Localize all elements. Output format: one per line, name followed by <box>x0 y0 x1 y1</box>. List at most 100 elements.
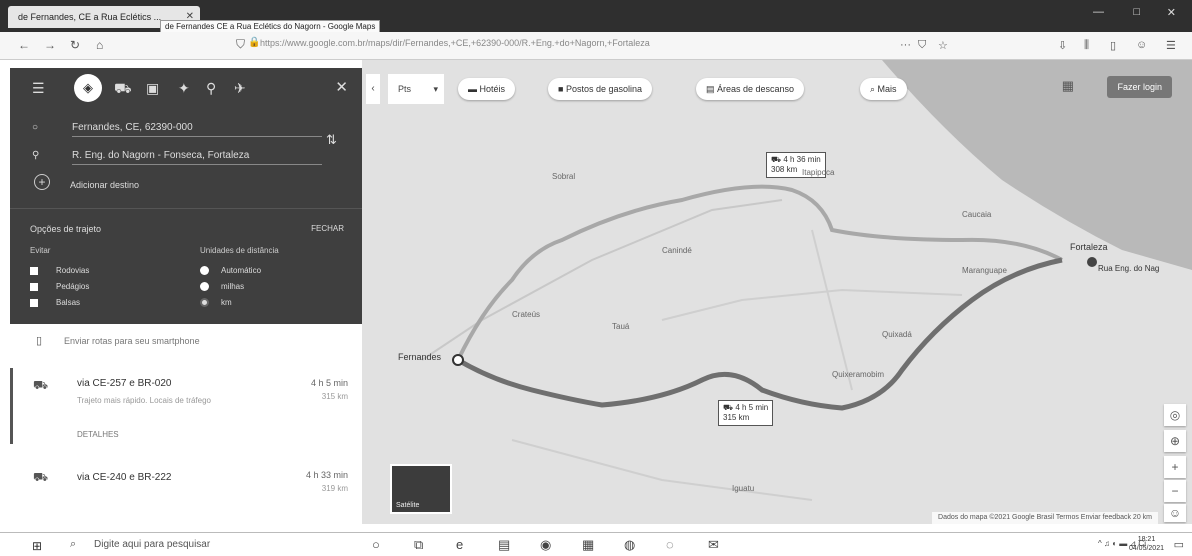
street-view-icon[interactable]: ☺ <box>1164 504 1186 522</box>
account-icon[interactable]: ☺ <box>1136 39 1147 51</box>
file-explorer-icon[interactable]: ▦ <box>582 537 594 553</box>
task-view-icon[interactable]: ⧉ <box>414 537 423 553</box>
taskbar-search[interactable]: Digite aqui para pesquisar <box>94 539 210 550</box>
checkbox-box[interactable] <box>30 298 38 307</box>
place-label: Iguatu <box>732 484 755 493</box>
downloads-icon[interactable]: ⇩ <box>1058 39 1067 52</box>
menu-icon[interactable]: ☰ <box>1166 39 1176 52</box>
back-icon[interactable]: ← <box>18 38 30 52</box>
destination-stop[interactable]: ⚲ R. Eng. do Nagorn - Fonseca, Fortaleza <box>32 150 352 166</box>
route-details-link[interactable]: DETALHES <box>77 430 119 439</box>
location-icon[interactable]: ◎ <box>1164 404 1186 426</box>
minimize-button[interactable]: — <box>1093 6 1104 18</box>
swap-icon[interactable]: ⇅ <box>326 132 337 148</box>
compass-icon[interactable]: ⊕ <box>1164 430 1186 452</box>
url-field[interactable]: ⛉ 🔒 https://www.google.com.br/maps/dir/F… <box>232 35 912 55</box>
transit-icon[interactable]: ▣ <box>146 80 159 97</box>
reload-icon[interactable]: ↻ <box>70 38 80 52</box>
minor-road <box>511 439 813 501</box>
place-label: Canindé <box>662 246 692 255</box>
avoid-highways-checkbox[interactable]: Rodovias <box>30 266 89 275</box>
close-directions-icon[interactable]: ✕ <box>335 78 348 96</box>
route-callout-main[interactable]: ⛟ 4 h 5 min 315 km <box>718 400 774 426</box>
mail-icon[interactable]: ✉ <box>708 537 719 553</box>
avoid-tolls-checkbox[interactable]: Pedágios <box>30 282 89 291</box>
routes-list: ▯ Enviar rotas para seu smartphone ⛟ via… <box>10 324 362 524</box>
chip-more[interactable]: ⌕ Mais <box>860 78 907 100</box>
bicycle-icon[interactable]: ⚲ <box>206 80 216 97</box>
windows-taskbar: ⊞ ⌕ Digite aqui para pesquisar ○ ⧉ e ▤ ◉… <box>0 532 1192 556</box>
app-icon[interactable]: ◌ <box>666 537 674 552</box>
car-icon[interactable]: ⛟ <box>114 80 132 99</box>
store-icon[interactable]: ▤ <box>498 537 510 553</box>
flight-icon[interactable]: ✈ <box>234 80 246 97</box>
options-title: Opções de trajeto <box>30 224 102 234</box>
cortana-icon[interactable]: ○ <box>372 537 380 552</box>
tab-title: de Fernandes, CE a Rua Eclétics ... <box>18 12 162 22</box>
menu-icon[interactable]: ☰ <box>32 80 45 97</box>
chip-rest-areas[interactable]: ▤ Áreas de descanso <box>696 78 805 100</box>
avoid-ferries-checkbox[interactable]: Balsas <box>30 298 80 307</box>
place-label: Crateús <box>512 310 541 319</box>
edge-icon[interactable]: e <box>456 537 463 552</box>
notifications-icon[interactable]: ▭ <box>1174 538 1184 551</box>
firefox-icon[interactable]: ◉ <box>540 537 551 553</box>
more-dots-icon[interactable]: ··· <box>900 39 911 51</box>
add-icon[interactable]: + <box>34 174 50 190</box>
clock[interactable]: 18:21 04/05/2021 <box>1129 535 1164 553</box>
apps-grid-icon[interactable]: ▦ <box>1062 78 1074 94</box>
home-icon[interactable]: ⌂ <box>96 38 103 52</box>
chip-hotels[interactable]: ▬ Hotéis <box>458 78 516 100</box>
app-icon[interactable]: ◍ <box>624 537 635 553</box>
windows-start-icon[interactable]: ⊞ <box>32 539 42 553</box>
radio-dot[interactable] <box>200 282 209 292</box>
vehicle-dropdown-value: Pts <box>398 84 412 94</box>
origin-stop[interactable]: ○ Fernandes, CE, 62390-000 <box>32 122 352 138</box>
unit-km-radio[interactable]: km <box>200 298 232 308</box>
destination-pin-icon: ⚲ <box>32 150 40 161</box>
radio-dot[interactable] <box>200 266 209 276</box>
place-label: Tauá <box>612 322 630 331</box>
lock-icon: 🔒 <box>248 37 261 48</box>
chevron-down-icon: ▾ <box>433 84 438 94</box>
origin-input[interactable]: Fernandes, CE, 62390-000 <box>72 122 322 137</box>
add-destination-link[interactable]: Adicionar destino <box>70 180 139 190</box>
divider <box>10 208 362 209</box>
library-icon[interactable]: ⫼ <box>1084 39 1089 52</box>
walk-icon[interactable]: ✦ <box>178 80 190 97</box>
chip-gas-stations[interactable]: ■ Postos de gasolina <box>548 78 652 100</box>
send-to-phone-link[interactable]: Enviar rotas para seu smartphone <box>64 336 200 346</box>
collapse-panel-button[interactable]: ‹ <box>366 74 380 104</box>
destination-marker <box>1087 257 1097 267</box>
options-close-button[interactable]: FECHAR <box>311 224 344 233</box>
pocket-icon[interactable]: ⛉ <box>918 39 926 52</box>
unit-miles-radio[interactable]: milhas <box>200 282 244 292</box>
layers-toggle[interactable]: Satélite <box>390 464 452 514</box>
bookmark-star-icon[interactable]: ☆ <box>938 39 948 52</box>
zoom-out-button[interactable]: − <box>1164 480 1186 502</box>
vehicle-dropdown[interactable]: Pts ▾ <box>388 74 444 104</box>
car-icon: ⛟ <box>33 378 49 392</box>
phone-icon: ▯ <box>36 335 43 347</box>
minor-road <box>661 288 963 321</box>
place-label: Quixeramobim <box>832 370 885 379</box>
zoom-in-button[interactable]: + <box>1164 456 1186 478</box>
route-option-2[interactable]: ⛟ via CE-240 e BR-222 4 h 33 min 319 km <box>10 458 362 502</box>
directions-panel: ☰ ◈ ⛟ ▣ ✦ ⚲ ✈ ✕ ○ Fernandes, CE, 62390-0… <box>10 68 362 324</box>
layers-label: Satélite <box>396 502 420 509</box>
sidebar-icon[interactable]: ▯ <box>1110 39 1116 52</box>
car-icon: ⛟ <box>33 470 49 484</box>
checkbox-box[interactable] <box>30 282 38 291</box>
best-route-icon[interactable]: ◈ <box>74 74 102 102</box>
forward-icon[interactable]: → <box>44 38 56 52</box>
signin-button[interactable]: Fazer login <box>1107 76 1172 98</box>
checkbox-box[interactable] <box>30 266 38 275</box>
destination-input[interactable]: R. Eng. do Nagorn - Fonseca, Fortaleza <box>72 150 322 165</box>
unit-automatic-radio[interactable]: Automático <box>200 266 261 276</box>
radio-dot-selected[interactable] <box>200 298 209 308</box>
map-canvas[interactable]: ‹ Pts ▾ ▬ Hotéis ■ Postos de gasolina ▤ … <box>362 60 1192 524</box>
maximize-button[interactable]: □ <box>1133 6 1140 18</box>
close-window-button[interactable]: ✕ <box>1167 6 1176 19</box>
route-option-1[interactable]: ⛟ via CE-257 e BR-020 4 h 5 min 315 km T… <box>10 368 362 444</box>
origin-label: Fernandes <box>398 352 442 362</box>
